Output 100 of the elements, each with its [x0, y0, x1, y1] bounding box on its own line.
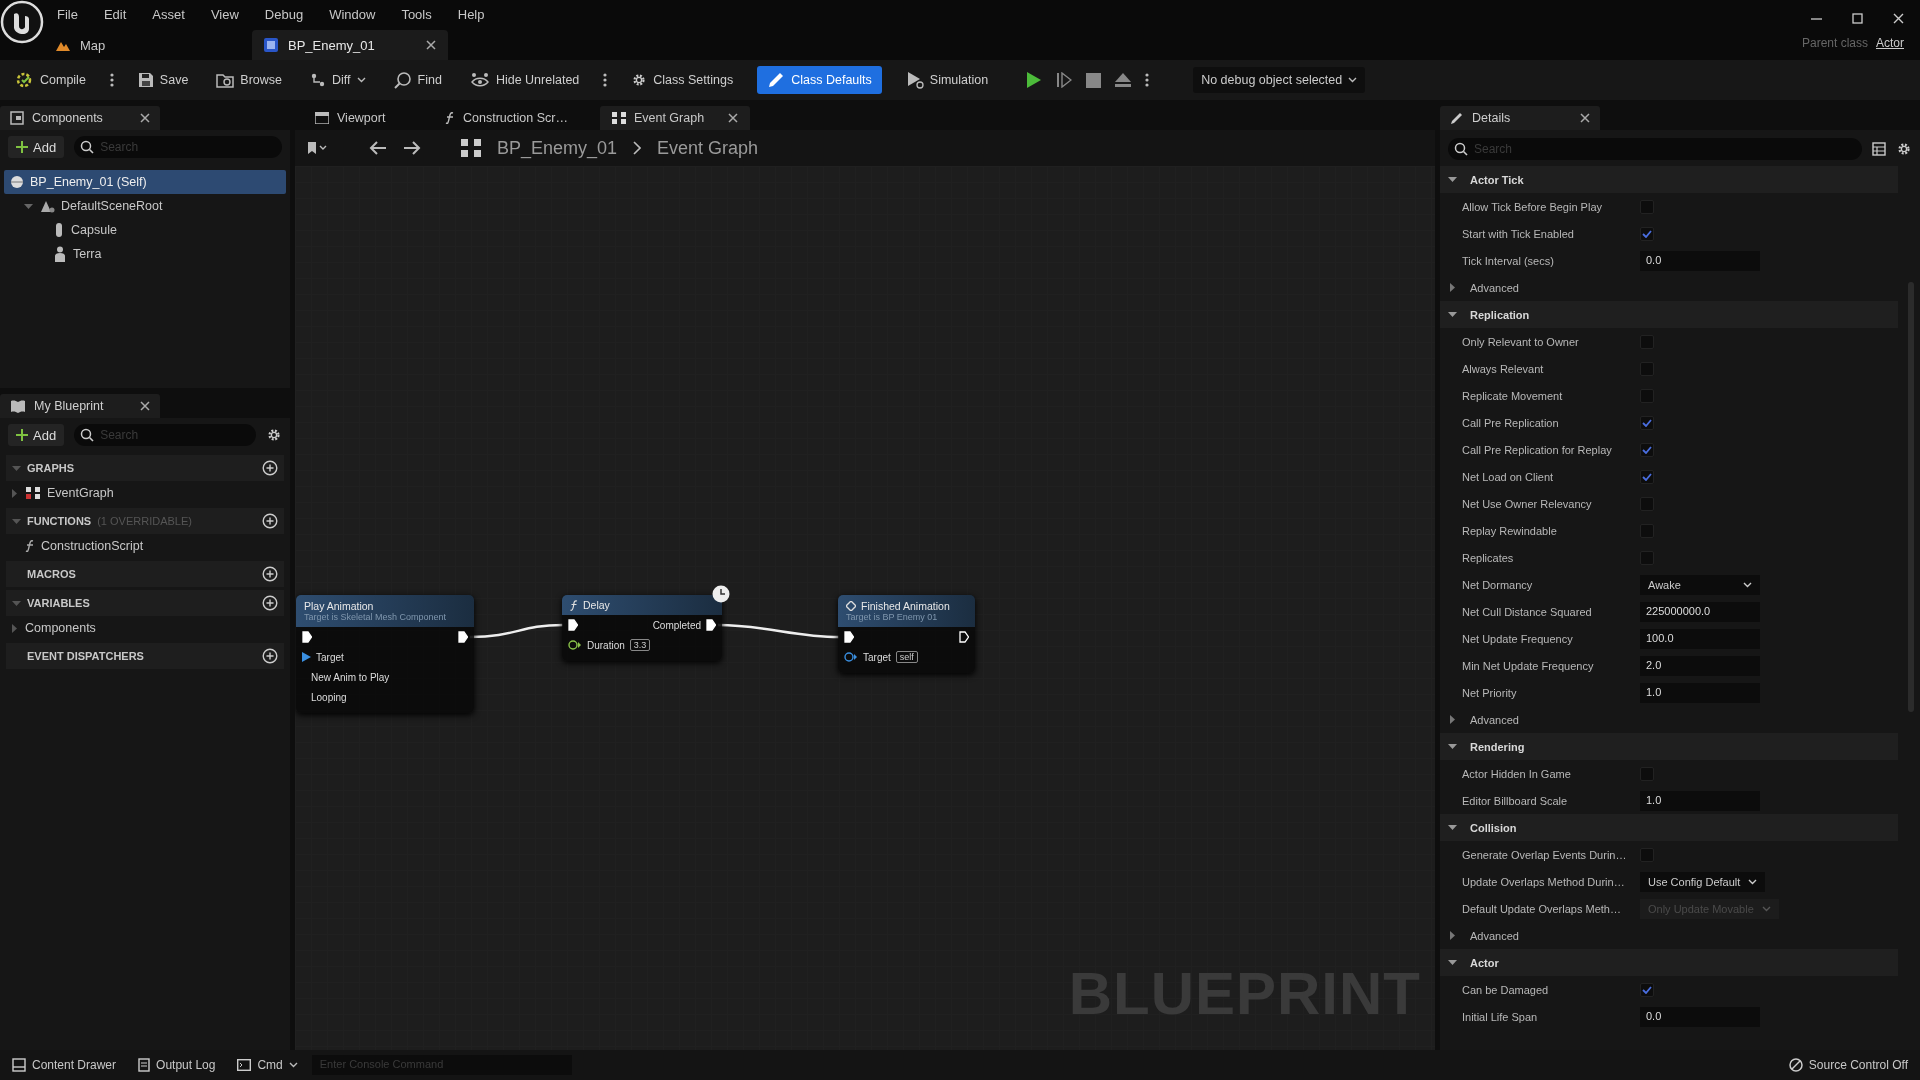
menu-item[interactable]: Asset: [139, 6, 198, 22]
forward-icon[interactable]: [403, 141, 421, 155]
parent-class-link[interactable]: Actor: [1876, 36, 1904, 50]
category-header[interactable]: VARIABLES: [6, 590, 284, 616]
menu-item[interactable]: Tools: [388, 6, 445, 22]
category-header[interactable]: GRAPHS: [6, 455, 284, 481]
status-button[interactable]: Content Drawer: [12, 1058, 117, 1072]
close-icon[interactable]: [1580, 113, 1590, 123]
panel-tab[interactable]: My Blueprint: [0, 394, 160, 418]
dropdown[interactable]: Use Config Default: [1640, 871, 1766, 892]
document-tab[interactable]: BP_Enemy_01: [252, 30, 448, 60]
tree-item[interactable]: DefaultSceneRoot: [4, 194, 286, 218]
category-header[interactable]: Collision: [1440, 814, 1898, 841]
category-header[interactable]: MACROS: [6, 561, 284, 587]
collapse-arrow-icon[interactable]: [1448, 310, 1457, 319]
settings-icon[interactable]: [1896, 141, 1912, 157]
collapse-arrow-icon[interactable]: [1448, 742, 1457, 751]
source-control-button[interactable]: Source Control Off: [1788, 1058, 1908, 1072]
dropdown[interactable]: Awake: [1640, 574, 1760, 595]
toolbar-button[interactable]: Simulation: [901, 66, 993, 94]
tree-item[interactable]: BP_Enemy_01 (Self): [4, 170, 286, 194]
panel-tab[interactable]: Details: [1440, 106, 1600, 130]
expand-arrow-icon[interactable]: [10, 488, 19, 498]
number-field[interactable]: 225000000.0: [1640, 601, 1760, 622]
exec-pin-icon[interactable]: [458, 631, 468, 643]
expand-arrow-icon[interactable]: [10, 623, 19, 633]
more-icon[interactable]: [109, 72, 114, 88]
pin-value-field[interactable]: self: [895, 651, 918, 663]
number-field[interactable]: 2.0: [1640, 655, 1760, 676]
advanced-toggle[interactable]: Advanced: [1440, 274, 1898, 301]
pin-value-field[interactable]: 3.3: [629, 639, 651, 651]
toolbar-button[interactable]: Save: [133, 66, 193, 94]
category-header[interactable]: Replication: [1440, 301, 1898, 328]
exec-pin-icon[interactable]: [302, 631, 312, 643]
graph-node[interactable]: Finished Animation Target is BP Enemy 01 Target self: [838, 595, 975, 673]
category-header[interactable]: Actor: [1440, 949, 1898, 976]
menu-item[interactable]: Help: [444, 6, 498, 22]
number-field[interactable]: 100.0: [1640, 628, 1760, 649]
table-icon[interactable]: [1872, 142, 1886, 156]
menu-item[interactable]: Edit: [90, 6, 140, 22]
tree-item[interactable]: Capsule: [4, 218, 286, 242]
panel-tab[interactable]: Components: [0, 106, 160, 130]
toolbar-button[interactable]: Class Settings: [627, 66, 738, 94]
category-header[interactable]: Rendering: [1440, 733, 1898, 760]
category-header[interactable]: Actor Tick: [1440, 166, 1898, 193]
toolbar-button[interactable]: Class Defaults: [757, 66, 882, 94]
expand-arrow-icon[interactable]: [1448, 283, 1457, 292]
tree-item[interactable]: Terra: [4, 242, 286, 266]
toolbar-button[interactable]: Browse: [212, 66, 287, 94]
graph-node[interactable]: Play Animation Target is Skeletal Mesh Component Target New Anim to Play Looping: [296, 595, 474, 713]
add-circle-icon[interactable]: [262, 648, 278, 664]
add-button[interactable]: Add: [8, 424, 65, 446]
number-field[interactable]: 1.0: [1640, 790, 1760, 811]
settings-icon[interactable]: [266, 427, 282, 443]
advanced-toggle[interactable]: Advanced: [1440, 922, 1898, 949]
diff-dropdown[interactable]: Diff: [306, 66, 370, 94]
add-circle-icon[interactable]: [262, 460, 278, 476]
number-field[interactable]: 0.0: [1640, 1006, 1760, 1027]
exec-pin-icon[interactable]: [706, 619, 716, 631]
bookmark-icon[interactable]: [307, 141, 327, 155]
add-circle-icon[interactable]: [262, 513, 278, 529]
expand-arrow-icon[interactable]: [1448, 931, 1457, 940]
float-pin-icon[interactable]: [568, 640, 582, 650]
collapse-arrow-icon[interactable]: [1448, 958, 1457, 967]
menu-item[interactable]: File: [44, 6, 91, 22]
add-circle-icon[interactable]: [262, 566, 278, 582]
menu-item[interactable]: Debug: [251, 6, 317, 22]
status-button[interactable]: Output Log: [138, 1058, 216, 1072]
list-item[interactable]: Components: [0, 616, 290, 640]
settings-icon[interactable]: [631, 72, 648, 88]
collapse-arrow-icon[interactable]: [24, 201, 33, 211]
more-icon[interactable]: [603, 72, 608, 88]
exec-pin-icon[interactable]: [844, 631, 854, 643]
step-icon[interactable]: [1056, 72, 1073, 88]
collapse-arrow-icon[interactable]: [1448, 823, 1457, 832]
close-icon[interactable]: [140, 401, 150, 411]
menu-item[interactable]: Window: [316, 6, 389, 22]
toolbar-button[interactable]: Hide Unrelated: [465, 66, 584, 94]
play-icon[interactable]: [1026, 71, 1043, 89]
checkbox[interactable]: [1640, 469, 1654, 484]
exec-pin-icon[interactable]: [959, 631, 969, 643]
expand-arrow-icon[interactable]: [1448, 715, 1457, 724]
eject-icon[interactable]: [1115, 72, 1132, 88]
more-icon[interactable]: [1145, 72, 1150, 88]
toolbar-button[interactable]: Find: [389, 66, 446, 94]
exec-pin-icon[interactable]: [568, 619, 578, 631]
checkbox[interactable]: [1640, 415, 1654, 430]
maximize-icon[interactable]: [1852, 12, 1863, 24]
object-pin-icon[interactable]: [844, 652, 858, 662]
number-field[interactable]: 0.0: [1640, 250, 1760, 271]
breadcrumb-link[interactable]: BP_Enemy_01: [497, 137, 618, 159]
collapse-arrow-icon[interactable]: [1448, 175, 1457, 184]
add-button[interactable]: Add: [8, 136, 65, 158]
checkbox[interactable]: [1640, 226, 1654, 241]
close-icon[interactable]: [140, 113, 150, 123]
back-icon[interactable]: [369, 141, 387, 155]
close-icon[interactable]: [1893, 12, 1904, 24]
target-pin-icon[interactable]: [302, 652, 311, 662]
graph-tab[interactable]: Construction Scr…: [433, 106, 580, 130]
list-item[interactable]: ConstructionScript: [0, 534, 290, 558]
